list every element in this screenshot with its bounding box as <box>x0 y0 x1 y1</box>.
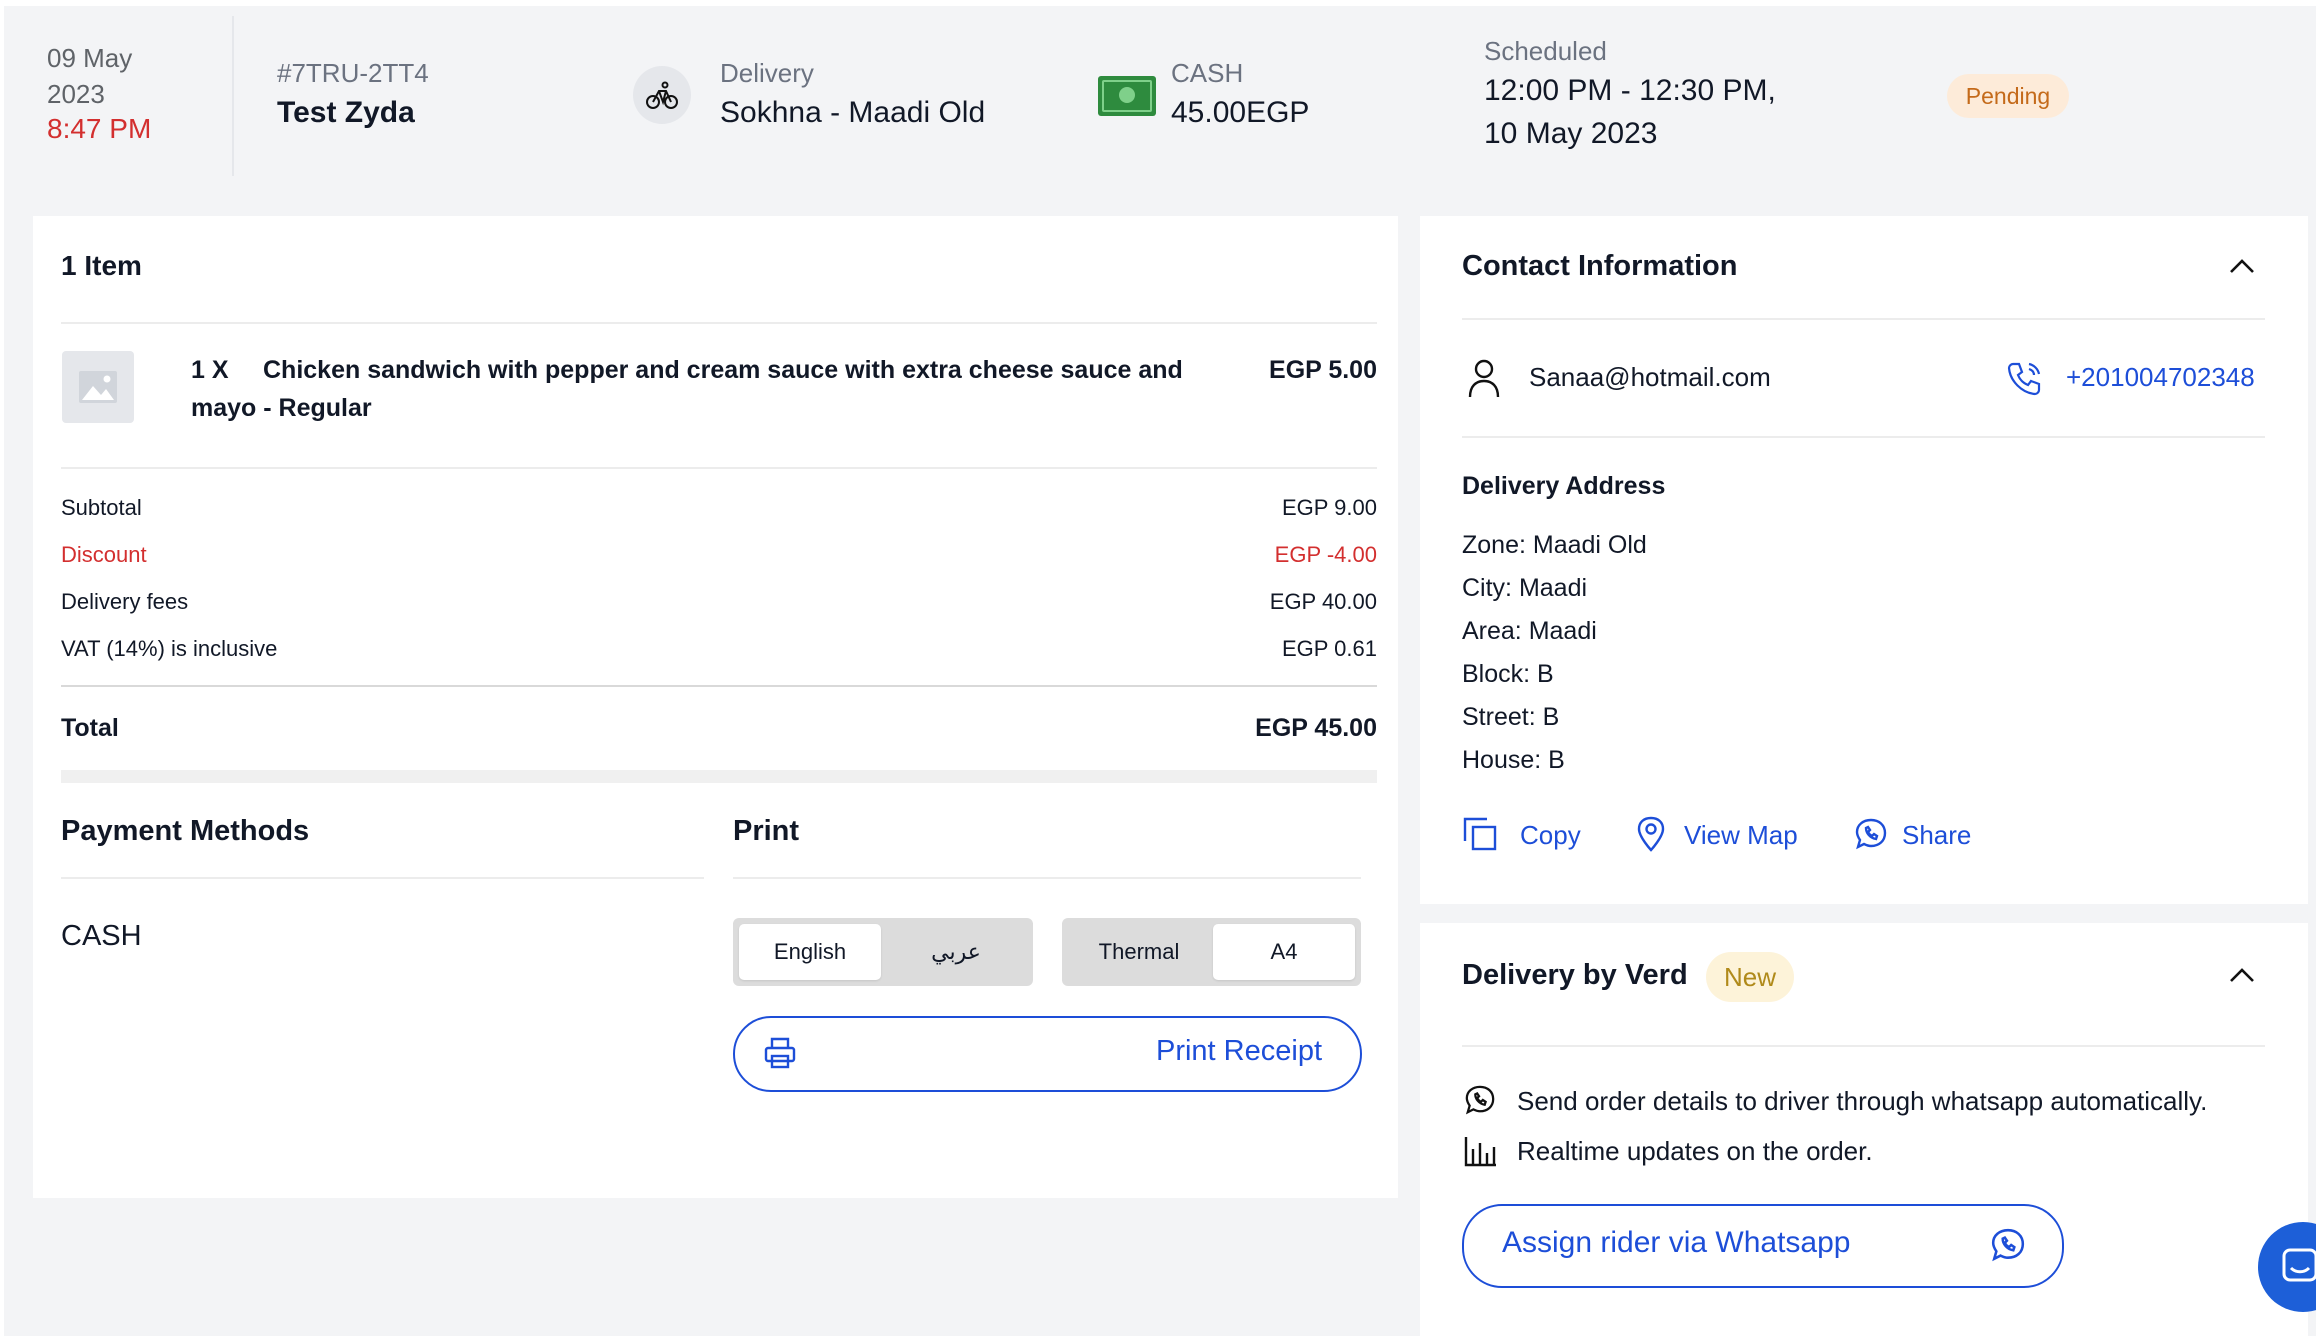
contact-title: Contact Information <box>1462 250 1738 282</box>
printer-icon <box>763 1036 797 1075</box>
subtotal-label: Subtotal <box>61 495 142 520</box>
header-divider <box>232 16 234 176</box>
user-icon <box>1466 358 1502 403</box>
print-title: Print <box>733 815 800 847</box>
order-date-day: 09 May <box>47 43 133 73</box>
vat-value: EGP 0.61 <box>1282 636 1377 661</box>
customer-name: Test Zyda <box>277 96 415 129</box>
divider <box>61 877 704 879</box>
payment-method: CASH <box>61 920 142 952</box>
order-amount: 45.00EGP <box>1171 96 1310 129</box>
total-value: EGP 45.00 <box>1255 714 1377 742</box>
whatsapp-icon <box>1990 1227 2026 1268</box>
address-zone: Zone: Maadi Old <box>1462 531 1647 559</box>
copy-label: Copy <box>1520 820 1581 850</box>
order-details-page: 09 May 2023 8:47 PM #7TRU-2TT4 Test Zyda… <box>0 0 2316 1336</box>
cash-icon <box>1098 76 1156 116</box>
item-quantity: 1 X <box>191 356 229 384</box>
language-option-arabic[interactable]: عربي <box>885 924 1027 980</box>
share-button[interactable]: Share <box>1854 814 1994 854</box>
copy-icon <box>1462 816 1498 857</box>
bar-chart-icon <box>1464 1135 1498 1172</box>
language-option-english[interactable]: English <box>739 924 881 980</box>
chevron-up-icon[interactable] <box>2227 254 2257 283</box>
verd-feature-whatsapp: Send order details to driver through wha… <box>1517 1086 2208 1116</box>
delivery-fees-value: EGP 40.00 <box>1269 589 1377 614</box>
contact-email: Sanaa@hotmail.com <box>1529 362 1771 392</box>
discount-label: Discount <box>61 542 147 567</box>
item-name: Chicken sandwich with pepper and cream s… <box>263 356 1183 384</box>
share-label: Share <box>1902 820 1972 850</box>
order-id: #7TRU-2TT4 <box>277 58 429 88</box>
assign-rider-button[interactable]: Assign rider via Whatsapp <box>1462 1204 2064 1288</box>
language-toggle: English عربي <box>733 918 1033 986</box>
order-time: 8:47 PM <box>47 113 152 144</box>
divider <box>733 877 1361 879</box>
verd-title: Delivery by Verd <box>1462 959 1688 991</box>
items-title: 1 Item <box>61 250 142 281</box>
discount-value: EGP -4.00 <box>1274 542 1377 567</box>
order-date: 09 May 2023 <box>47 40 132 112</box>
print-receipt-label: Print Receipt <box>1155 1035 1322 1067</box>
section-separator <box>61 770 1377 783</box>
view-map-label: View Map <box>1684 820 1798 850</box>
copy-button[interactable]: Copy <box>1462 814 1592 854</box>
address-city: City: Maadi <box>1462 574 1588 602</box>
delivery-type-label: Delivery <box>720 58 814 88</box>
address-block: Block: B <box>1462 660 1554 688</box>
format-option-thermal[interactable]: Thermal <box>1068 924 1210 980</box>
branch-name: Sokhna - Maadi Old <box>720 96 986 129</box>
view-map-button[interactable]: View Map <box>1634 814 1814 854</box>
verd-feature-realtime: Realtime updates on the order. <box>1517 1136 1873 1166</box>
item-price: EGP 5.00 <box>1269 356 1377 384</box>
scheduled-time: 12:00 PM - 12:30 PM, <box>1484 74 1776 107</box>
divider <box>61 467 1377 469</box>
total-label: Total <box>61 714 119 742</box>
map-pin-icon <box>1636 816 1666 857</box>
bicycle-icon <box>633 66 691 124</box>
delivery-fees-label: Delivery fees <box>61 589 189 614</box>
scheduled-label: Scheduled <box>1484 36 1607 66</box>
payment-type-label: CASH <box>1171 58 1244 88</box>
whatsapp-icon <box>1854 817 1888 856</box>
print-receipt-button[interactable]: Print Receipt <box>733 1016 1362 1092</box>
whatsapp-icon <box>1464 1084 1496 1121</box>
assign-rider-label: Assign rider via Whatsapp <box>1502 1226 1851 1259</box>
scheduled-date: 10 May 2023 <box>1484 117 1658 150</box>
divider <box>61 685 1377 687</box>
contact-phone[interactable]: +201004702348 <box>2066 362 2255 393</box>
address-area: Area: Maadi <box>1462 617 1597 645</box>
item-name-continued: mayo - Regular <box>191 394 372 422</box>
format-option-a4[interactable]: A4 <box>1213 924 1355 980</box>
delivery-address-title: Delivery Address <box>1462 472 1666 500</box>
vat-label: VAT (14%) is inclusive <box>61 636 278 661</box>
status-badge: Pending <box>1947 74 2069 118</box>
address-house: House: B <box>1462 746 1565 774</box>
new-badge: New <box>1706 952 1794 1002</box>
payment-methods-title: Payment Methods <box>61 815 310 847</box>
address-street: Street: B <box>1462 703 1560 731</box>
divider <box>1462 1045 2265 1047</box>
divider <box>61 322 1377 324</box>
format-toggle: Thermal A4 <box>1062 918 1361 986</box>
divider <box>1462 318 2265 320</box>
image-placeholder-icon <box>62 351 134 423</box>
divider <box>1462 436 2265 438</box>
chat-icon <box>2280 1246 2316 1291</box>
subtotal-value: EGP 9.00 <box>1282 495 1377 520</box>
phone-icon[interactable] <box>2007 360 2043 401</box>
order-date-year: 2023 <box>47 79 105 109</box>
chevron-up-icon[interactable] <box>2227 963 2257 992</box>
